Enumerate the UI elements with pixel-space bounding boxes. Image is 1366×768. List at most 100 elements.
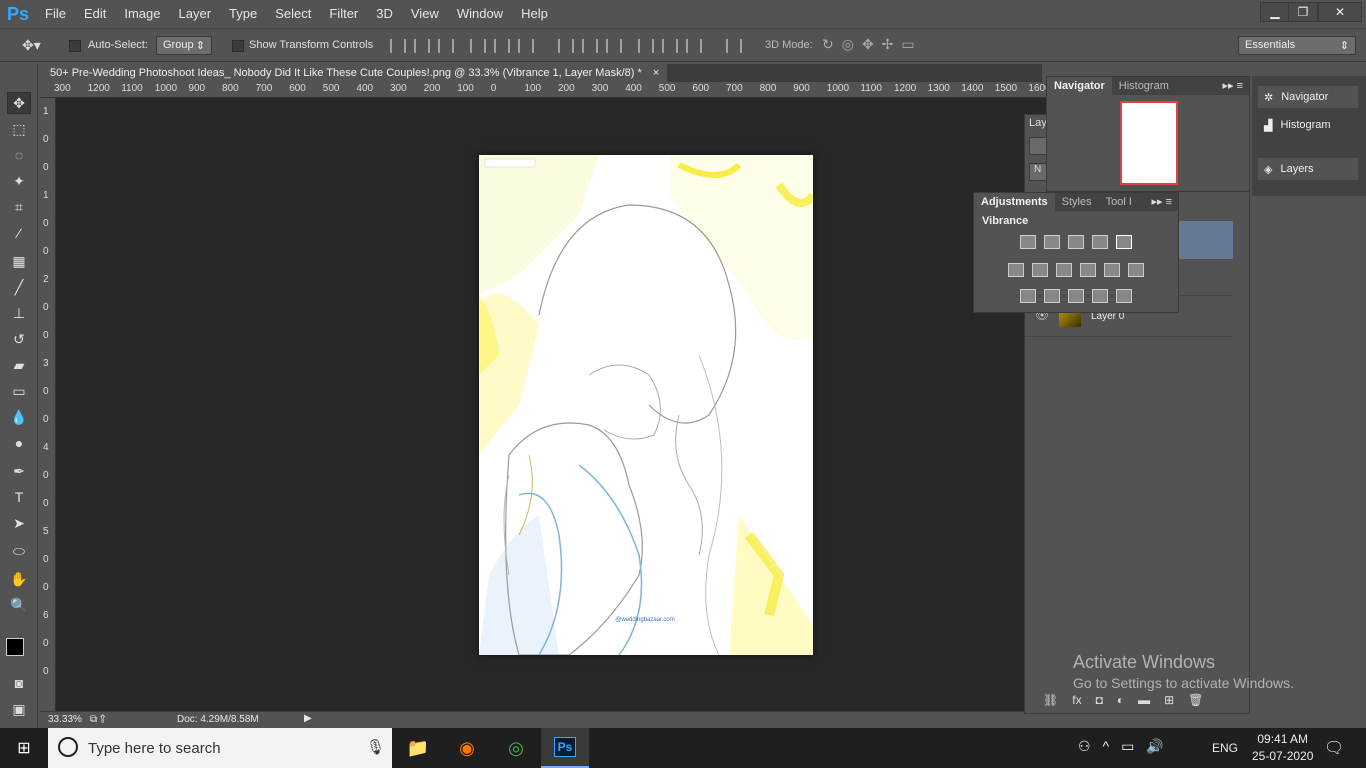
panel-menu-icon[interactable]: ▸▸ ≡ [1222,77,1249,95]
auto-align-icon[interactable] [726,39,742,53]
crop-tool-icon[interactable]: ⌗ [7,196,31,218]
file-explorer-icon[interactable]: 📁 [394,728,442,768]
delete-layer-icon[interactable]: 🗑 [1188,693,1203,713]
status-menu-arrow-icon[interactable]: ▶ [304,713,312,724]
document-tab[interactable]: 50+ Pre-Wedding Photoshoot Ideas_ Nobody… [42,64,668,82]
menu-filter[interactable]: Filter [320,0,367,28]
tab-navigator[interactable]: Navigator [1047,77,1112,95]
tab-styles[interactable]: Styles [1055,193,1099,211]
color-lookup-icon[interactable] [1128,263,1144,277]
tab-histogram[interactable]: Histogram [1112,77,1176,95]
close-tab-icon[interactable]: × [653,67,659,79]
dock-navigator-button[interactable]: ✲ Navigator [1258,86,1358,108]
hue-saturation-icon[interactable] [1008,263,1024,277]
new-group-icon[interactable]: ▬ [1138,693,1150,713]
new-layer-icon[interactable]: ⊞ [1164,693,1174,713]
auto-select-checkbox[interactable] [69,40,81,52]
ellipse-tool-icon[interactable]: ⬭ [7,540,31,562]
clone-stamp-icon[interactable]: ⊥ [7,302,31,324]
eraser-icon[interactable]: ▰ [7,354,31,376]
selective-color-icon[interactable] [1092,289,1108,303]
zoom-level[interactable]: 33.33% [48,714,82,725]
align-bottom-icon[interactable] [438,39,454,53]
language-indicator[interactable]: ENG [1212,741,1238,755]
restore-button[interactable]: ❐ [1288,2,1318,22]
tray-icons[interactable]: ⚇^▭🔊 [1078,738,1176,755]
blur-tool-icon[interactable]: 💧 [7,406,31,428]
chrome-icon[interactable]: ◎ [492,728,540,768]
tab-adjustments[interactable]: Adjustments [974,193,1055,211]
align-hcenter-icon[interactable] [494,39,510,53]
menu-window[interactable]: Window [448,0,512,28]
hand-tool-icon[interactable]: ✋ [7,568,31,590]
vibrance-icon[interactable] [1116,235,1132,249]
move-tool-icon[interactable]: ✥ [7,92,31,114]
move-tool-preset-icon[interactable]: ✥▾ [22,37,41,54]
zoom-tool-icon[interactable]: 🔍 [7,594,31,616]
workspace-dropdown[interactable]: Essentials ⇕ [1238,36,1356,55]
brush-tool-icon[interactable]: ╱ [7,276,31,298]
layers-tab[interactable]: Lay [1029,117,1047,129]
menu-view[interactable]: View [402,0,448,28]
notification-icon[interactable]: 🗨 [1324,738,1344,758]
panel-menu-icon[interactable]: ▸▸ ≡ [1151,193,1178,211]
navigator-thumbnail[interactable] [1120,101,1178,185]
firefox-icon[interactable]: ◉ [443,728,491,768]
link-layers-icon[interactable]: ⛓ [1043,693,1058,713]
invert-icon[interactable] [1020,289,1036,303]
gradient-map-icon[interactable] [1116,289,1132,303]
eyedropper-icon[interactable]: ⁄ [7,222,31,244]
marquee-tool-icon[interactable]: ⬚ [7,118,31,140]
path-selection-icon[interactable]: ➤ [7,512,31,534]
healing-brush-icon[interactable]: ▦ [7,250,31,272]
levels-icon[interactable] [1044,235,1060,249]
taskbar-search[interactable]: Type here to search 🎙 [48,728,392,768]
type-tool-icon[interactable]: T [7,486,31,508]
dodge-tool-icon[interactable]: ● [7,432,31,454]
curves-icon[interactable] [1068,235,1084,249]
posterize-icon[interactable] [1044,289,1060,303]
black-white-icon[interactable] [1056,263,1072,277]
channel-mixer-icon[interactable] [1104,263,1120,277]
threshold-icon[interactable] [1068,289,1084,303]
distribute-top-icon[interactable] [558,39,574,53]
windows-start-icon[interactable]: ⊞ [0,728,48,768]
align-right-icon[interactable] [518,39,534,53]
menu-select[interactable]: Select [266,0,320,28]
clock[interactable]: 09:41 AM 25-07-2020 [1252,732,1313,763]
pen-tool-icon[interactable]: ✒ [7,460,31,482]
brightness-contrast-icon[interactable] [1020,235,1036,249]
gradient-icon[interactable]: ▭ [7,380,31,402]
photoshop-taskbar-icon[interactable]: Ps [541,728,589,768]
menu-help[interactable]: Help [512,0,557,28]
align-top-icon[interactable] [390,39,406,53]
lasso-tool-icon[interactable]: ◌ [7,144,31,166]
auto-select-dropdown[interactable]: Group ⇕ [156,36,212,55]
document-image[interactable]: @weddingbazaar.com [479,155,813,655]
distribute-left-icon[interactable] [638,39,654,53]
magic-wand-icon[interactable]: ✦ [7,170,31,192]
quick-mask-icon[interactable]: ◙ [7,672,31,694]
microphone-icon[interactable]: 🎙 [366,738,385,756]
minimize-button[interactable]: ▁ [1260,2,1290,22]
add-mask-icon[interactable]: ◘ [1096,693,1103,713]
distribute-bottom-icon[interactable] [606,39,622,53]
menu-image[interactable]: Image [115,0,169,28]
fx-icon[interactable]: fx [1072,693,1081,713]
screen-mode-icon[interactable]: ▣ [7,698,31,720]
foreground-color-swatch[interactable] [6,638,24,656]
align-left-icon[interactable] [470,39,486,53]
dock-histogram-button[interactable]: ▟ Histogram [1258,114,1358,136]
menu-edit[interactable]: Edit [75,0,115,28]
3d-mode-icons[interactable]: ↻◎✥✢▭ [822,36,923,53]
distribute-hcenter-icon[interactable] [662,39,678,53]
align-vcenter-icon[interactable] [414,39,430,53]
show-transform-checkbox[interactable] [232,40,244,52]
menu-3d[interactable]: 3D [367,0,402,28]
history-brush-icon[interactable]: ↺ [7,328,31,350]
menu-file[interactable]: File [36,0,75,28]
menu-type[interactable]: Type [220,0,266,28]
color-balance-icon[interactable] [1032,263,1048,277]
status-icons[interactable]: ⧉ ⇪ [90,714,106,725]
tab-tool-presets[interactable]: Tool I [1099,193,1139,211]
